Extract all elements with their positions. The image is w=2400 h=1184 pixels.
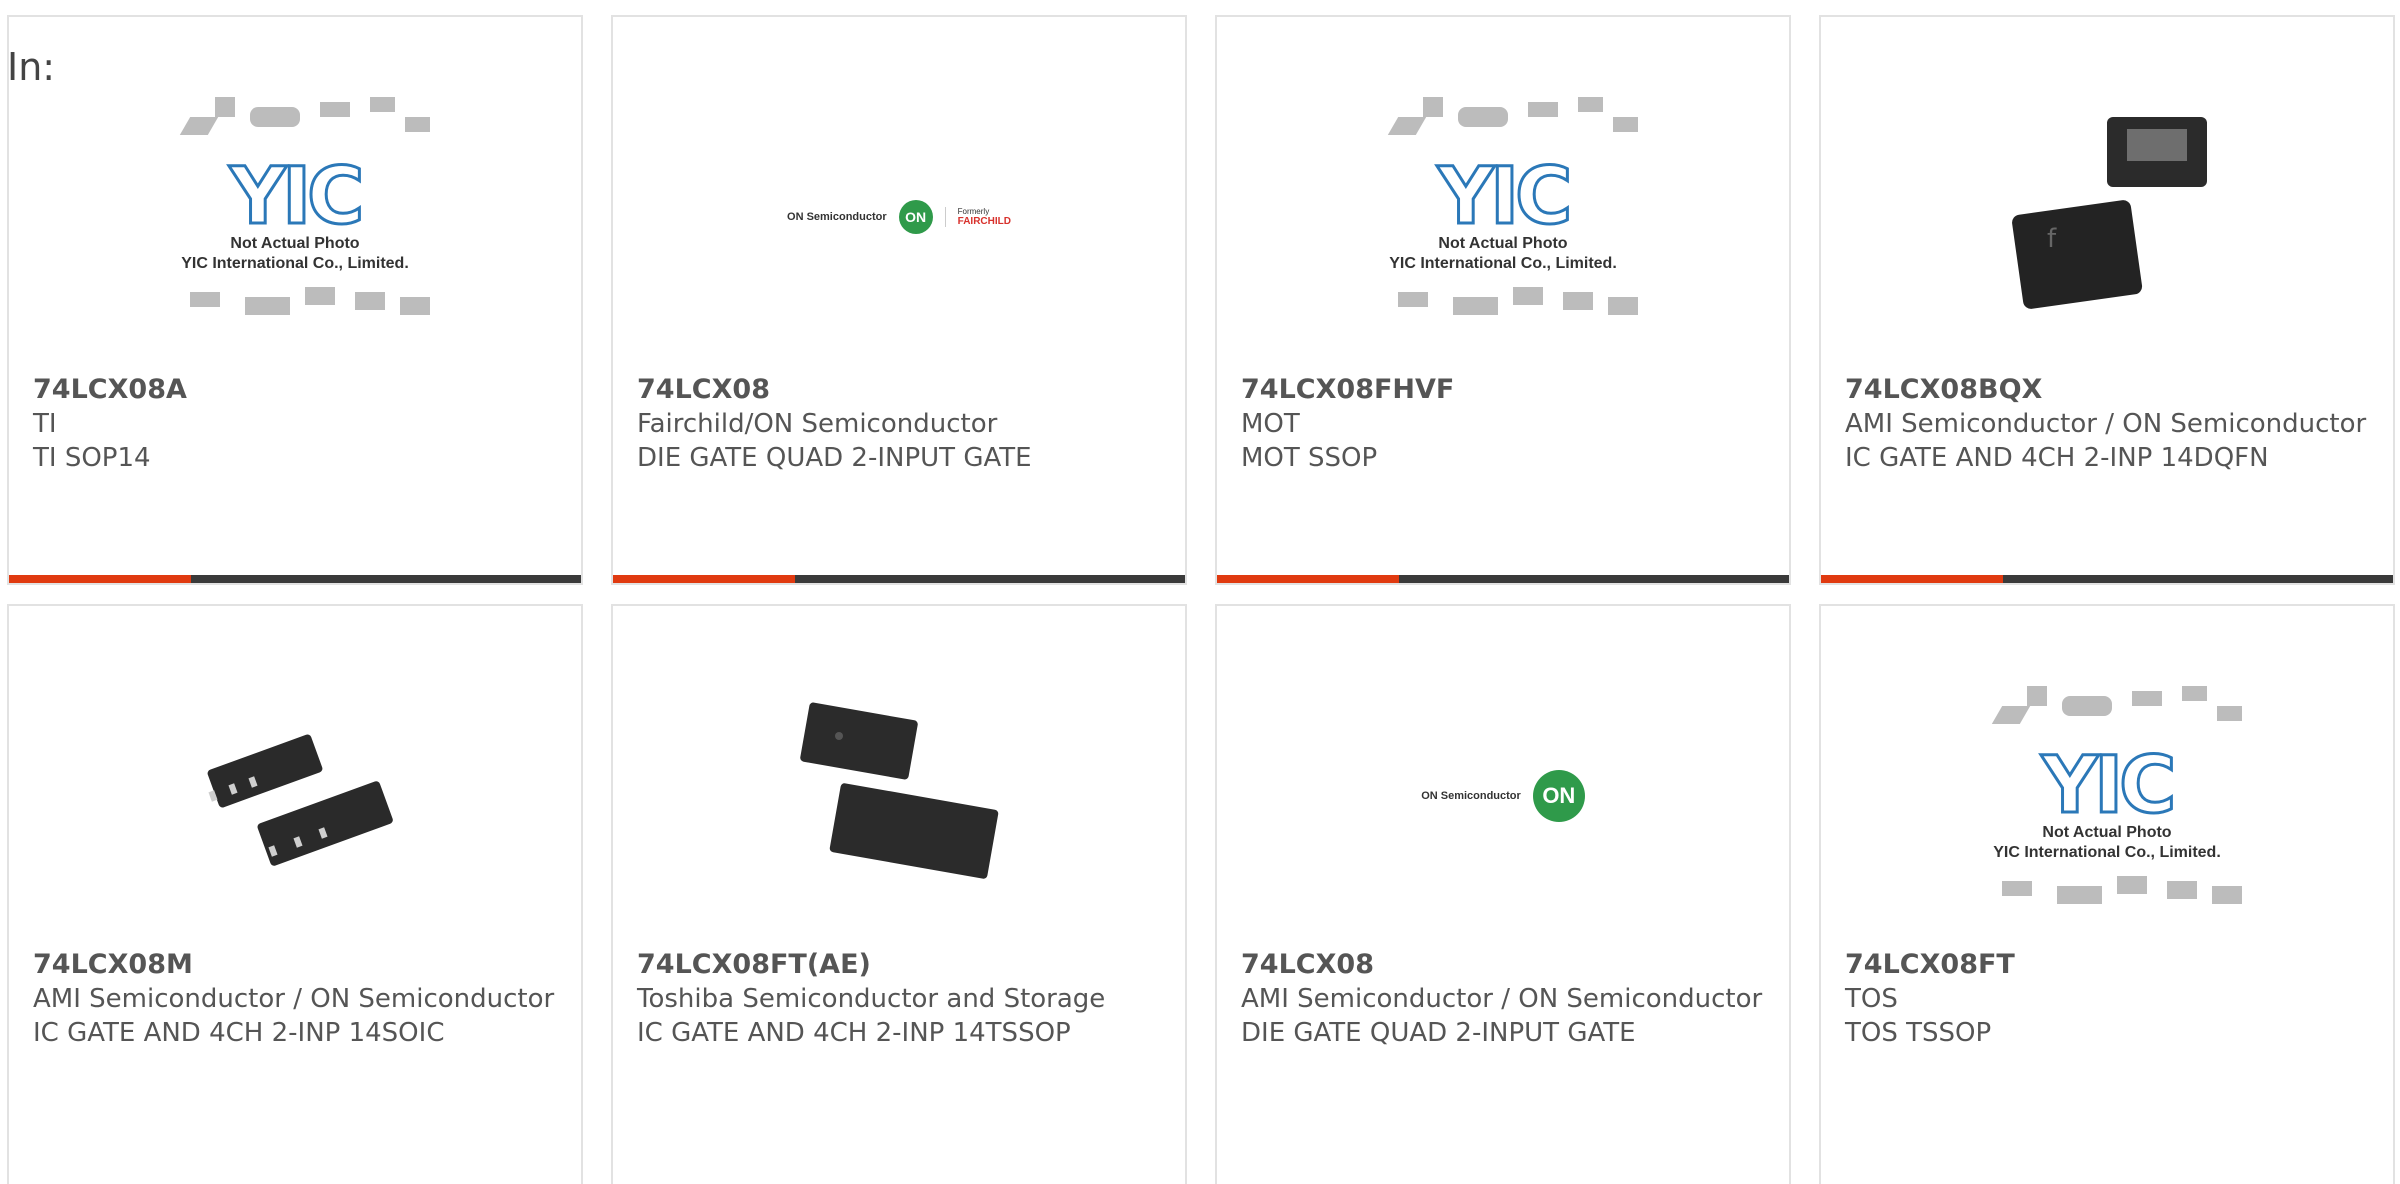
product-info: 74LCX08A TI TI SOP14 <box>33 373 557 475</box>
product-info: 74LCX08 AMI Semiconductor / ON Semicondu… <box>1241 948 1765 1050</box>
soic-chip-icon <box>207 734 393 866</box>
part-number[interactable]: 74LCX08 <box>637 373 1161 407</box>
product-image[interactable] <box>175 676 415 916</box>
product-card[interactable]: YIC Not Actual Photo YIC International C… <box>7 15 583 585</box>
manufacturer: TI <box>33 409 57 439</box>
product-image[interactable]: YIC Not Actual Photo YIC International C… <box>175 97 430 337</box>
dqfn-chip-icon: f <box>2012 117 2207 309</box>
placeholder-icon: YIC Not Actual Photo YIC International C… <box>175 92 430 342</box>
placeholder-caption-2: YIC International Co., Limited. <box>1993 844 2221 861</box>
product-image[interactable]: ON Semiconductor ON Formerly FAIRCHILD <box>779 97 1019 337</box>
on-fairchild-logo: ON Semiconductor ON Formerly FAIRCHILD <box>787 200 1011 234</box>
product-card[interactable]: YIC Not Actual Photo YIC International C… <box>1819 604 2395 1184</box>
on-logo-text: ON Semiconductor <box>787 211 887 223</box>
description: DIE GATE QUAD 2-INPUT GATE <box>1241 1018 1636 1048</box>
product-image[interactable]: YIC Not Actual Photo YIC International C… <box>1987 686 2242 926</box>
manufacturer: TOS <box>1845 984 1898 1014</box>
on-logo-text: ON Semiconductor <box>1421 790 1521 802</box>
description: TOS TSSOP <box>1845 1018 1992 1048</box>
product-card[interactable]: 74LCX08M AMI Semiconductor / ON Semicond… <box>7 604 583 1184</box>
on-semiconductor-logo: ON Semiconductor ON <box>1421 770 1585 822</box>
manufacturer: Toshiba Semiconductor and Storage <box>637 984 1106 1014</box>
manufacturer: MOT <box>1241 409 1300 439</box>
tssop-chip-icon <box>800 702 999 879</box>
part-number[interactable]: 74LCX08 <box>1241 948 1765 982</box>
product-info: 74LCX08BQX AMI Semiconductor / ON Semico… <box>1845 373 2369 475</box>
svg-text:f: f <box>2047 224 2057 254</box>
card-accent-bar <box>1217 575 1789 583</box>
filter-label: In: <box>7 45 56 89</box>
card-accent-bar <box>1821 575 2393 583</box>
product-card[interactable]: YIC Not Actual Photo YIC International C… <box>1215 15 1791 585</box>
product-card[interactable]: ON Semiconductor ON Formerly FAIRCHILD 7… <box>611 15 1187 585</box>
part-number[interactable]: 74LCX08BQX <box>1845 373 2369 407</box>
product-image[interactable]: YIC Not Actual Photo YIC International C… <box>1383 97 1638 337</box>
part-number[interactable]: 74LCX08M <box>33 948 557 982</box>
description: DIE GATE QUAD 2-INPUT GATE <box>637 443 1032 473</box>
fairchild-logo: Formerly FAIRCHILD <box>944 207 1011 227</box>
placeholder-caption-1: Not Actual Photo <box>1438 235 1568 252</box>
manufacturer: AMI Semiconductor / ON Semiconductor <box>33 984 555 1014</box>
part-number[interactable]: 74LCX08A <box>33 373 557 407</box>
placeholder-caption-1: Not Actual Photo <box>230 235 360 252</box>
placeholder-caption-2: YIC International Co., Limited. <box>1389 255 1617 272</box>
placeholder-icon: YIC Not Actual Photo YIC International C… <box>1987 681 2242 931</box>
product-image[interactable]: f <box>1987 87 2227 327</box>
product-card[interactable]: f 74LCX08BQX AMI Semiconductor / ON Semi… <box>1819 15 2395 585</box>
description: IC GATE AND 4CH 2-INP 14TSSOP <box>637 1018 1071 1048</box>
card-accent-bar <box>613 575 1185 583</box>
product-image[interactable]: ON Semiconductor ON <box>1383 676 1623 916</box>
placeholder-caption-2: YIC International Co., Limited. <box>181 255 409 272</box>
product-card[interactable]: 74LCX08FT(AE) Toshiba Semiconductor and … <box>611 604 1187 1184</box>
product-info: 74LCX08FHVF MOT MOT SSOP <box>1241 373 1765 475</box>
description: MOT SSOP <box>1241 443 1378 473</box>
part-number[interactable]: 74LCX08FHVF <box>1241 373 1765 407</box>
product-card[interactable]: ON Semiconductor ON 74LCX08 AMI Semicond… <box>1215 604 1791 1184</box>
description: TI SOP14 <box>33 443 151 473</box>
product-info: 74LCX08M AMI Semiconductor / ON Semicond… <box>33 948 557 1050</box>
part-number[interactable]: 74LCX08FT <box>1845 948 2369 982</box>
description: IC GATE AND 4CH 2-INP 14DQFN <box>1845 443 2269 473</box>
product-info: 74LCX08FT(AE) Toshiba Semiconductor and … <box>637 948 1161 1050</box>
product-info: 74LCX08FT TOS TOS TSSOP <box>1845 948 2369 1050</box>
product-info: 74LCX08 Fairchild/ON Semiconductor DIE G… <box>637 373 1161 475</box>
manufacturer: Fairchild/ON Semiconductor <box>637 409 998 439</box>
card-accent-bar <box>9 575 581 583</box>
placeholder-icon: YIC Not Actual Photo YIC International C… <box>1383 92 1638 342</box>
part-number[interactable]: 74LCX08FT(AE) <box>637 948 1161 982</box>
placeholder-caption-1: Not Actual Photo <box>2042 824 2172 841</box>
on-logo-mark: ON <box>898 200 933 234</box>
manufacturer: AMI Semiconductor / ON Semiconductor <box>1845 409 2367 439</box>
on-logo-mark: ON <box>1532 770 1585 822</box>
manufacturer: AMI Semiconductor / ON Semiconductor <box>1241 984 1763 1014</box>
description: IC GATE AND 4CH 2-INP 14SOIC <box>33 1018 445 1048</box>
product-image[interactable] <box>779 676 1019 916</box>
